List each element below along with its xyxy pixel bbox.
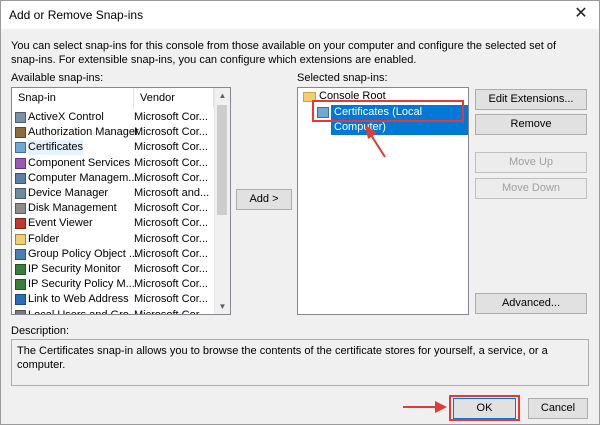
snapin-vendor: Microsoft Cor...	[134, 293, 208, 306]
description-label: Description:	[11, 325, 70, 337]
snapin-vendor: Microsoft Cor...	[134, 263, 208, 275]
component-icon	[15, 157, 26, 169]
snapin-row[interactable]: Event Viewer Microsoft Cor...	[12, 216, 214, 231]
scroll-thumb[interactable]	[217, 105, 227, 215]
gpo-icon	[15, 248, 26, 260]
snapin-row[interactable]: Local Users and Gro... Microsoft Cor...	[12, 308, 214, 315]
snapin-row[interactable]: Device Manager Microsoft and...	[12, 186, 214, 201]
snapin-vendor: Microsoft Cor...	[134, 171, 208, 184]
snapin-name: Component Services	[28, 156, 131, 169]
snapin-name: Event Viewer	[28, 217, 93, 230]
edit-extensions-button[interactable]: Edit Extensions...	[475, 89, 587, 110]
snapin-row[interactable]: Authorization Manager Microsoft Cor...	[12, 125, 214, 140]
snapin-vendor: Microsoft Cor...	[134, 308, 208, 315]
users-icon	[15, 309, 26, 314]
ok-button[interactable]: OK	[453, 398, 516, 419]
folder-icon	[15, 233, 26, 245]
snapin-vendor: Microsoft Cor...	[134, 278, 208, 291]
link-icon	[15, 294, 26, 306]
disk-icon	[15, 203, 26, 215]
snapin-name: Certificates	[28, 140, 84, 156]
snapin-name: Computer Managem...	[28, 171, 138, 184]
snapin-name: IP Security Monitor	[28, 263, 121, 275]
snapin-row[interactable]: IP Security Policy M... Microsoft Cor...	[12, 277, 214, 292]
snapin-name: Group Policy Object ...	[28, 247, 139, 260]
certificate-icon	[15, 142, 26, 154]
vertical-scrollbar[interactable]: ▲ ▼	[214, 88, 230, 314]
red-arrow-ok-icon	[403, 401, 447, 413]
computer-icon	[15, 172, 26, 184]
snapin-vendor: Microsoft Cor...	[134, 141, 208, 154]
snapin-row[interactable]: Group Policy Object ... Microsoft Cor...	[12, 247, 214, 262]
intro-text: You can select snap-ins for this console…	[11, 40, 557, 66]
snapin-row[interactable]: ActiveX Control Microsoft Cor...	[12, 110, 214, 125]
red-arrow-icon	[365, 125, 386, 158]
snapin-name: ActiveX Control	[28, 111, 104, 123]
available-snapins-label: Available snap-ins:	[11, 72, 104, 84]
column-header-vendor[interactable]: Vendor	[134, 88, 214, 108]
snapin-name: Folder	[28, 232, 60, 245]
cancel-button[interactable]: Cancel	[528, 398, 588, 419]
snapin-vendor: Microsoft Cor...	[134, 232, 208, 245]
title-bar: Add or Remove Snap-ins ✕	[1, 1, 599, 29]
add-button[interactable]: Add >	[236, 189, 292, 210]
available-snapins-list[interactable]: Snap-in Vendor ActiveX Control Microsoft …	[11, 87, 231, 315]
dialog-title: Add or Remove Snap-ins	[9, 8, 144, 22]
ipsec-policy-icon	[15, 279, 26, 291]
move-down-button[interactable]: Move Down	[475, 178, 587, 199]
snapin-name: Local Users and Gro...	[28, 308, 139, 315]
advanced-button[interactable]: Advanced...	[475, 293, 587, 314]
snapin-row[interactable]: IP Security Monitor Microsoft Cor...	[12, 262, 214, 277]
snapin-vendor: Microsoft Cor...	[134, 156, 208, 169]
snapin-row[interactable]: Certificates Microsoft Cor...	[12, 140, 214, 156]
column-header-snapin[interactable]: Snap-in	[12, 88, 134, 108]
snapin-name: Disk Management	[28, 202, 117, 215]
highlight-box-certificates	[312, 100, 464, 122]
remove-button[interactable]: Remove	[475, 114, 587, 135]
move-up-button[interactable]: Move Up	[475, 152, 587, 173]
snapin-vendor: Microsoft Cor...	[134, 217, 208, 230]
scroll-up-icon[interactable]: ▲	[215, 88, 230, 103]
event-icon	[15, 218, 26, 230]
snapin-row[interactable]: Computer Managem... Microsoft Cor...	[12, 171, 214, 186]
snapin-row[interactable]: Folder Microsoft Cor...	[12, 232, 214, 247]
activex-icon	[15, 112, 26, 123]
snapin-vendor: Microsoft Cor...	[134, 111, 208, 123]
snapin-dialog: Add or Remove Snap-ins ✕ You can select …	[0, 0, 600, 425]
selected-snapins-label: Selected snap-ins:	[297, 72, 388, 84]
device-icon	[15, 188, 26, 199]
snapin-name: Device Manager	[28, 187, 109, 199]
snapin-row[interactable]: Link to Web Address Microsoft Cor...	[12, 292, 214, 307]
snapin-vendor: Microsoft Cor...	[134, 247, 208, 260]
snapin-row[interactable]: Disk Management Microsoft Cor...	[12, 201, 214, 216]
close-icon[interactable]: ✕	[573, 5, 589, 23]
ipsec-icon	[15, 264, 26, 275]
snapin-vendor: Microsoft Cor...	[134, 202, 208, 215]
description-box: The Certificates snap-in allows you to b…	[11, 339, 589, 386]
authorization-icon	[15, 127, 26, 139]
snapin-name: Link to Web Address	[28, 293, 129, 306]
snapin-name: IP Security Policy M...	[28, 278, 135, 291]
snapin-row[interactable]: Component Services Microsoft Cor...	[12, 156, 214, 171]
snapin-name: Authorization Manager	[28, 126, 139, 139]
scroll-down-icon[interactable]: ▼	[215, 299, 230, 314]
snapin-vendor: Microsoft Cor...	[134, 126, 208, 139]
snapin-vendor: Microsoft and...	[134, 187, 210, 199]
